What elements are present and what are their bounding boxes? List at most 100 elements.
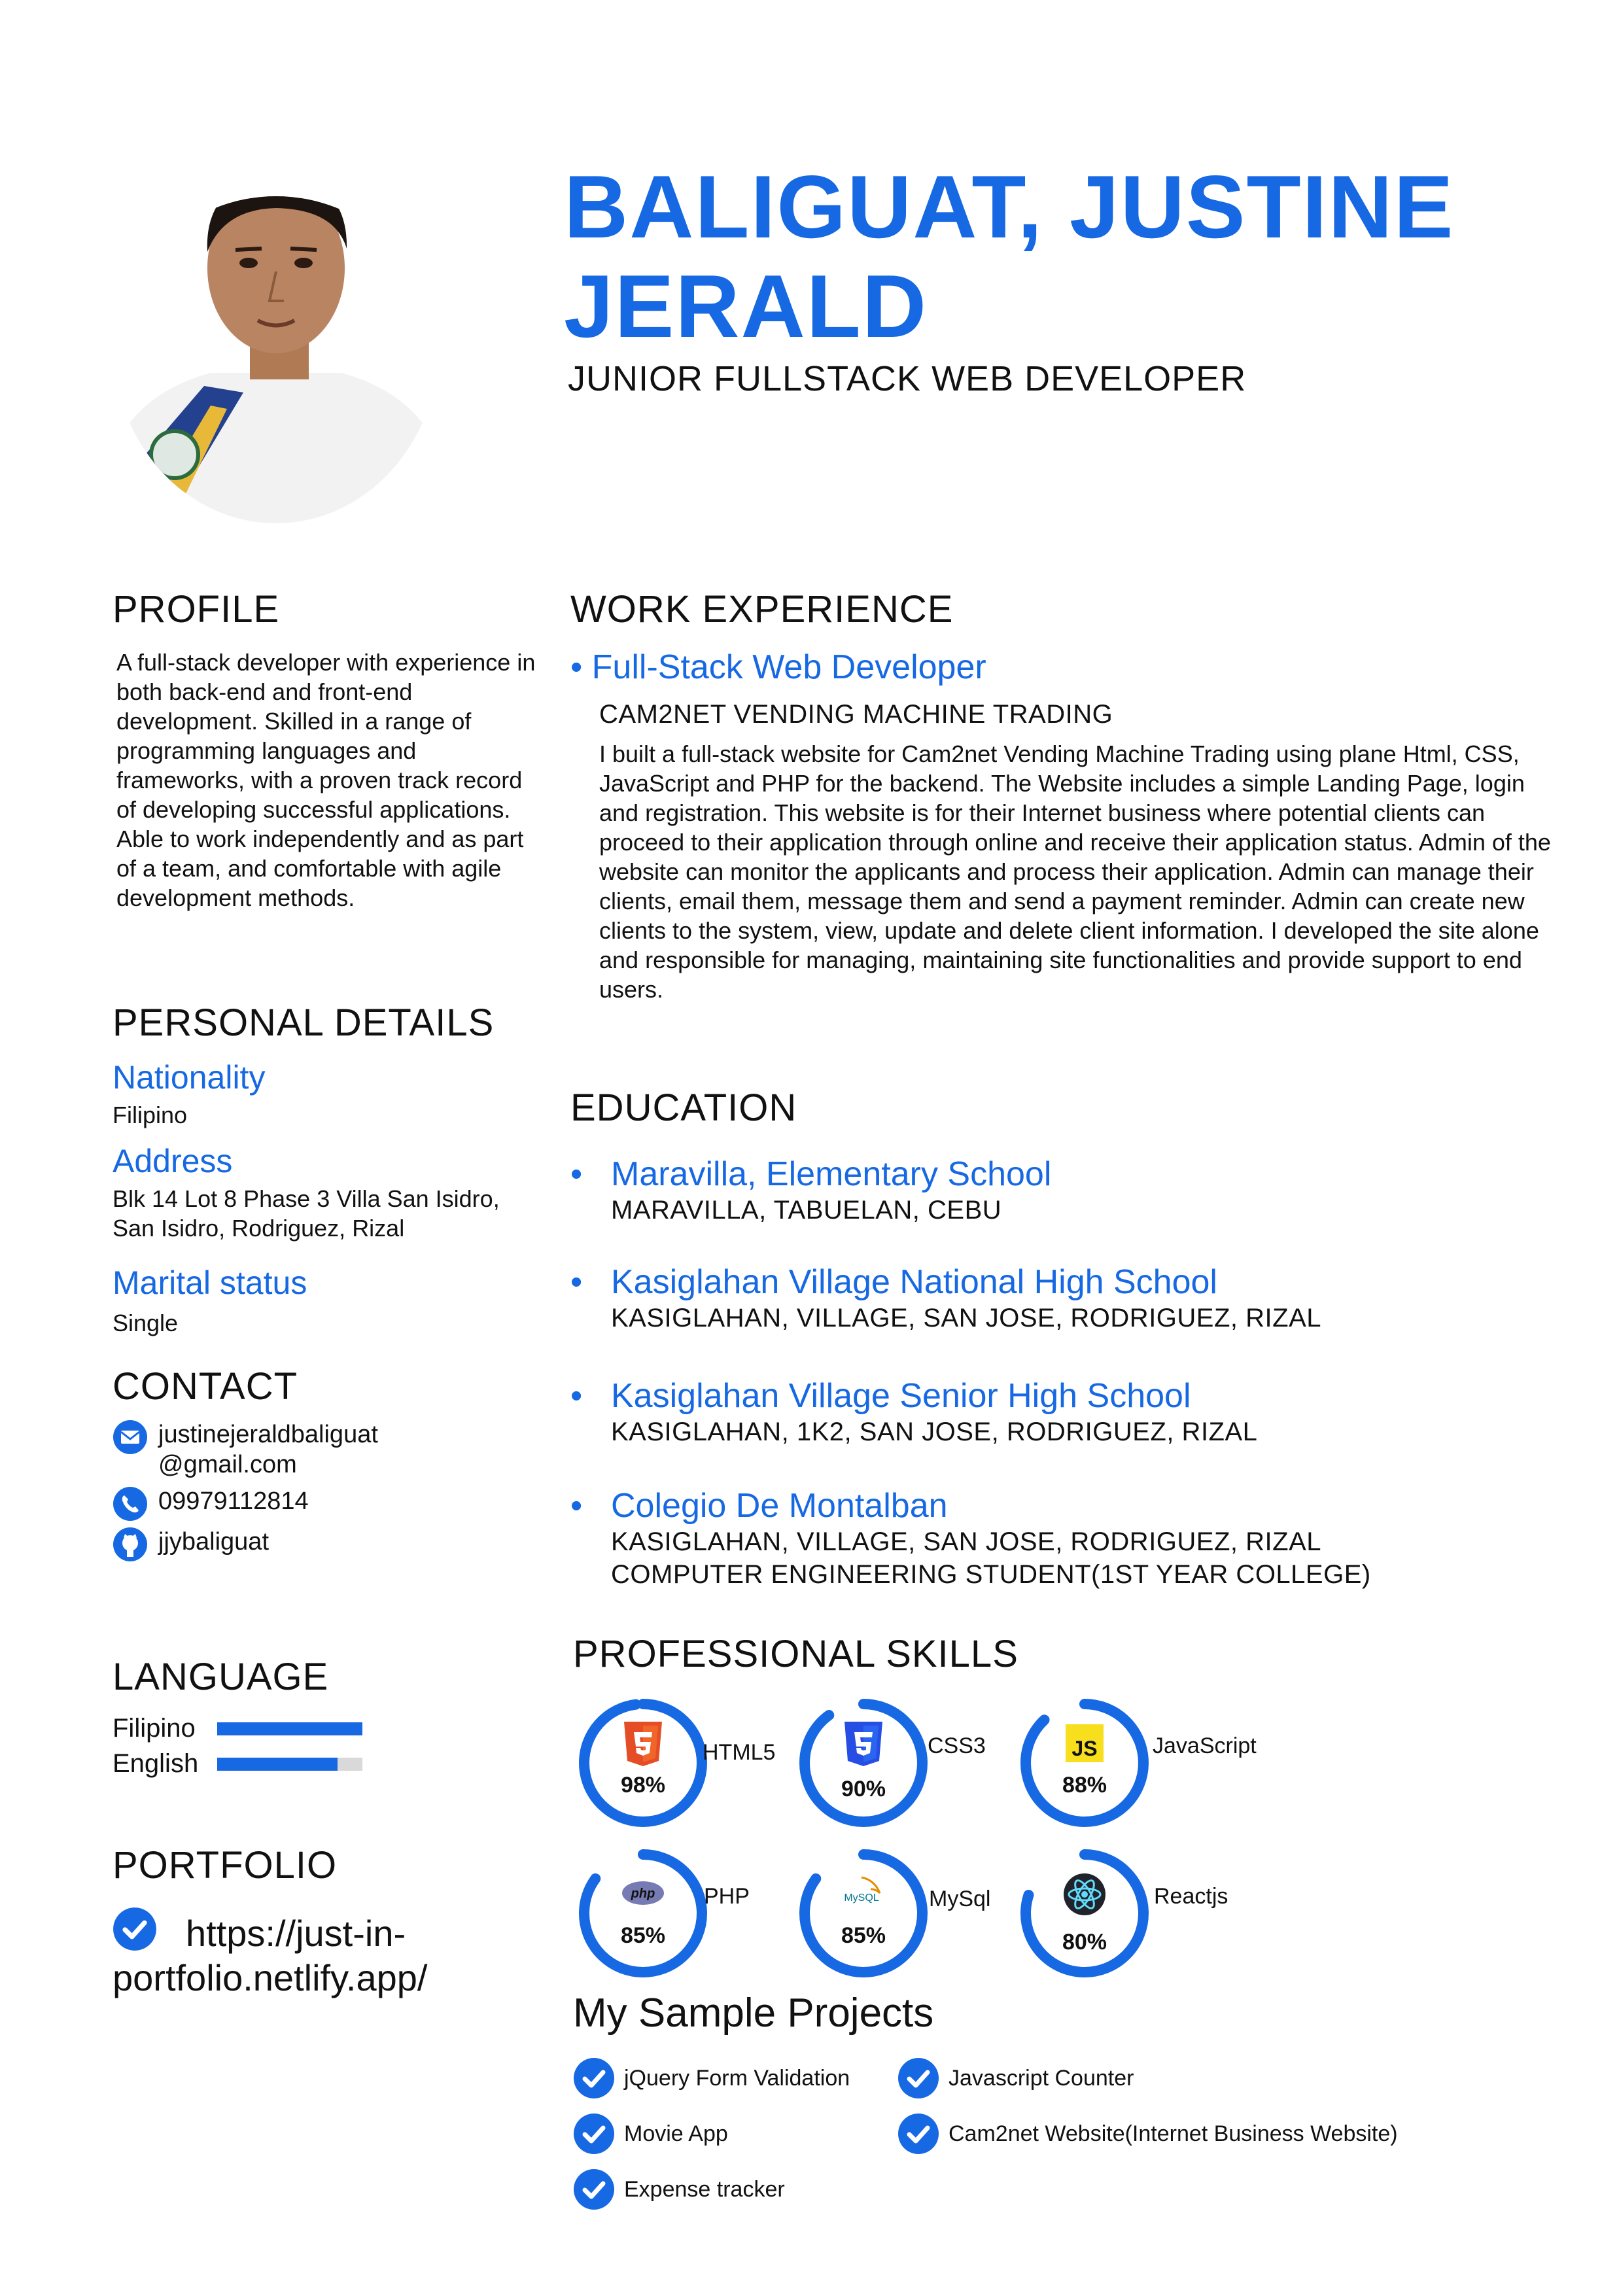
project-item[interactable]: Movie App — [573, 2113, 728, 2155]
address-value: Blk 14 Lot 8 Phase 3 Villa San Isidro, S… — [113, 1185, 500, 1242]
contact-github[interactable]: jjybaliguat — [113, 1527, 269, 1562]
svg-text:JS: JS — [1071, 1737, 1097, 1760]
school-name: Maravilla, Elementary School — [611, 1155, 1052, 1193]
skill-percent: 80% — [1062, 1930, 1107, 1955]
candidate-name: BALIGUAT, JUSTINE JERALD — [564, 157, 1455, 356]
language-row: English — [113, 1749, 362, 1779]
email-line-1: justinejeraldbaliguat — [158, 1421, 378, 1448]
project-item[interactable]: Cam2net Website(Internet Business Websit… — [897, 2113, 1398, 2155]
js-icon: JS — [1066, 1724, 1104, 1762]
skill-percent: 85% — [620, 1923, 666, 1948]
education-item: • Kasiglahan Village Senior High School K… — [570, 1376, 1552, 1448]
school-name: Colegio De Montalban — [611, 1487, 948, 1525]
check-icon — [574, 2113, 614, 2154]
education-item: • Colegio De Montalban KASIGLAHAN, VILLAG… — [570, 1486, 1552, 1591]
personal-details-heading: PERSONAL DETAILS — [113, 1001, 495, 1044]
php-icon: php — [622, 1881, 664, 1905]
project-item[interactable]: Expense tracker — [573, 2168, 785, 2210]
skill-name: HTML5 — [703, 1740, 776, 1765]
bullet: • — [570, 1155, 583, 1193]
skill-percent: 98% — [620, 1773, 666, 1798]
marital-status-label: Marital status — [113, 1264, 307, 1301]
language-level-fill — [217, 1757, 338, 1771]
project-item[interactable]: Javascript Counter — [897, 2057, 1134, 2099]
profile-heading: PROFILE — [113, 588, 280, 631]
skill-percent: 85% — [841, 1923, 886, 1948]
education-item: • Kasiglahan Village National High School… — [570, 1262, 1552, 1334]
contact-phone[interactable]: 09979112814 — [113, 1486, 309, 1522]
language-level-fill — [217, 1722, 362, 1735]
school-location: KASIGLAHAN, VILLAGE, SAN JOSE, RODRIGUEZ… — [611, 1304, 1321, 1332]
nationality-label: Nationality — [113, 1059, 266, 1096]
skill-name: CSS3 — [928, 1733, 986, 1758]
email-icon — [113, 1420, 147, 1454]
portfolio-link[interactable]: https://just-in-portfolio.netlify.app/ — [113, 1907, 538, 2000]
projects-heading: My Sample Projects — [573, 1991, 934, 2036]
project-item[interactable]: jQuery Form Validation — [573, 2057, 850, 2099]
school-name: Kasiglahan Village National High School — [611, 1263, 1217, 1301]
project-name: Javascript Counter — [949, 2065, 1134, 2091]
github-icon — [113, 1527, 147, 1561]
skill-name: MySql — [929, 1887, 991, 1911]
github-username: jjybaliguat — [158, 1528, 269, 1556]
skill-css3: 90% — [795, 1694, 932, 1832]
skill-javascript: JS 88% — [1016, 1694, 1153, 1832]
phone-number: 09979112814 — [158, 1487, 309, 1515]
html5-icon — [624, 1722, 662, 1766]
svg-text:php: php — [631, 1887, 655, 1901]
skill-name: PHP — [704, 1884, 750, 1909]
project-name: jQuery Form Validation — [624, 2065, 850, 2091]
bullet: • — [570, 1263, 583, 1301]
address-label: Address — [113, 1143, 233, 1179]
check-icon — [574, 2169, 614, 2210]
check-icon — [113, 1907, 156, 1951]
language-row: Filipino — [113, 1714, 362, 1743]
css3-icon — [844, 1722, 882, 1766]
marital-status-value: Single — [113, 1310, 179, 1336]
check-icon — [898, 2113, 939, 2154]
check-icon — [574, 2058, 614, 2098]
school-location: KASIGLAHAN, 1K2, SAN JOSE, RODRIGUEZ, RI… — [611, 1418, 1258, 1446]
project-name: Movie App — [624, 2121, 728, 2146]
project-name: Cam2net Website(Internet Business Websit… — [949, 2121, 1398, 2146]
language-heading: LANGUAGE — [113, 1656, 329, 1698]
skills-heading: PROFESSIONAL SKILLS — [573, 1633, 1018, 1675]
language-name: English — [113, 1749, 199, 1778]
skill-name: JavaScript — [1153, 1733, 1257, 1758]
phone-icon — [113, 1487, 147, 1521]
work-experience-heading: WORK EXPERIENCE — [570, 588, 954, 631]
school-name: Kasiglahan Village Senior High School — [611, 1377, 1191, 1415]
school-location: MARAVILLA, TABUELAN, CEBU — [611, 1196, 1002, 1225]
school-program: COMPUTER ENGINEERING STUDENT(1ST YEAR CO… — [611, 1560, 1371, 1589]
svg-text:MySQL: MySQL — [844, 1892, 879, 1904]
education-item: • Maravilla, Elementary School MARAVILLA,… — [570, 1155, 1552, 1226]
skill-name: Reactjs — [1154, 1884, 1228, 1909]
contact-heading: CONTACT — [113, 1365, 298, 1408]
work-description: I built a full-stack website for Cam2net… — [599, 740, 1551, 1003]
bullet: • — [570, 1487, 583, 1525]
portfolio-heading: PORTFOLIO — [113, 1844, 338, 1887]
language-level-bar — [217, 1757, 362, 1771]
profile-summary: A full-stack developer with experience i… — [116, 649, 536, 911]
work-role: • Full-Stack Web Developer — [570, 648, 986, 686]
language-name: Filipino — [113, 1714, 196, 1743]
skill-percent: 88% — [1062, 1773, 1107, 1798]
contact-email[interactable]: justinejeraldbaliguat @gmail.com — [113, 1419, 378, 1480]
skill-percent: 90% — [841, 1777, 886, 1801]
portfolio-url: https://just-in-portfolio.netlify.app/ — [113, 1913, 428, 1998]
skill-php: php 85% — [574, 1845, 712, 1982]
bullet: • — [570, 1377, 583, 1415]
work-company: CAM2NET VENDING MACHINE TRADING — [599, 700, 1113, 729]
language-level-bar — [217, 1722, 362, 1735]
skill-reactjs: 80% — [1016, 1845, 1153, 1982]
skill-html5: 98% — [574, 1694, 712, 1832]
profile-photo — [113, 196, 440, 523]
job-title: JUNIOR FULLSTACK WEB DEVELOPER — [568, 359, 1247, 398]
education-heading: EDUCATION — [570, 1087, 797, 1129]
react-icon — [1064, 1873, 1105, 1915]
check-icon — [898, 2058, 939, 2098]
email-line-2: @gmail.com — [158, 1451, 297, 1478]
school-location: KASIGLAHAN, VILLAGE, SAN JOSE, RODRIGUEZ… — [611, 1527, 1321, 1556]
skill-mysql: MySQL 85% — [795, 1845, 932, 1982]
nationality-value: Filipino — [113, 1102, 188, 1128]
